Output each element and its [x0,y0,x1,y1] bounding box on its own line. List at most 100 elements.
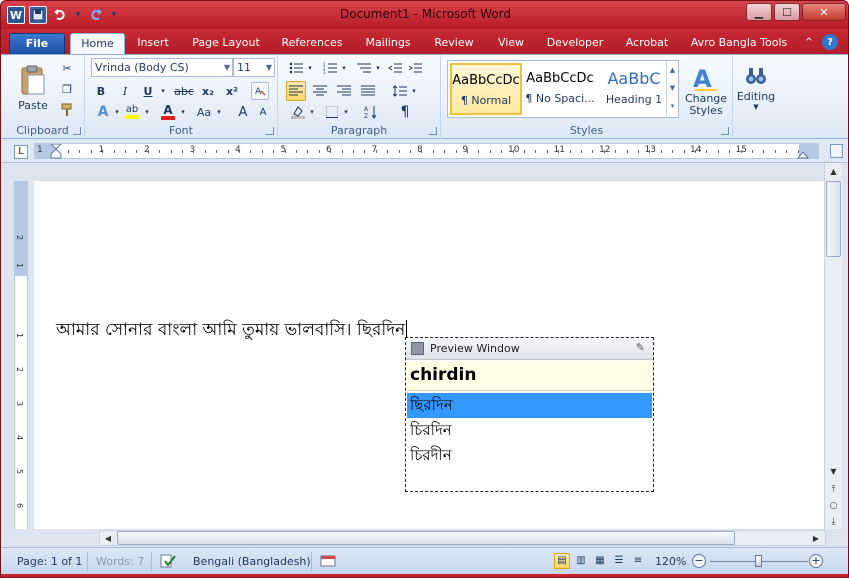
font-color-button[interactable]: A [159,103,177,121]
format-painter-icon[interactable] [59,102,75,118]
suggestion-item[interactable]: চিরদিন [407,418,652,443]
macro-recording-icon[interactable] [319,553,337,569]
minimize-ribbon-icon[interactable]: ^ [801,34,817,50]
tab-home[interactable]: Home [70,33,125,54]
style-heading-1[interactable]: AaBbC Heading 1 [598,63,670,115]
scroll-up-icon[interactable]: ▲ [825,163,842,180]
highlight-button[interactable]: ab [123,103,141,121]
right-indent-marker-icon[interactable] [797,149,809,159]
suggestion-item[interactable]: ছিরদিন [407,393,652,418]
page-count[interactable]: Page: 1 of 1 [17,555,82,568]
bold-button[interactable]: B [93,82,109,100]
numbering-dropdown-icon[interactable]: ▾ [340,59,348,77]
tab-view[interactable]: View [490,33,532,54]
indent-marker-icon[interactable] [49,144,63,159]
web-layout-view-button[interactable]: ▦ [592,553,608,569]
text-effects-icon[interactable]: A [93,103,113,121]
grow-font-button[interactable]: A [235,103,251,121]
view-ruler-icon[interactable] [830,144,843,158]
zoom-slider-thumb[interactable] [755,555,762,567]
bullets-icon[interactable] [286,59,306,77]
increase-indent-icon[interactable] [406,59,424,77]
shading-dropdown-icon[interactable]: ▾ [308,103,316,121]
paste-button[interactable]: Paste [13,59,53,117]
previous-page-icon[interactable]: ⤒ [825,481,842,498]
tab-acrobat[interactable]: Acrobat [618,33,676,54]
close-button[interactable]: ✕ [802,3,846,21]
change-case-button[interactable]: Aa [193,103,215,121]
vertical-scrollbar[interactable]: ▲ ▼ ⤒ ○ ⤓ [824,163,842,547]
sort-icon[interactable]: AZ [362,103,380,121]
print-layout-view-button[interactable]: ▤ [554,553,570,569]
tab-mailings[interactable]: Mailings [358,33,418,54]
vertical-ruler[interactable]: 2 1 1 2 3 4 5 6 [14,181,28,547]
align-left-button[interactable] [286,81,306,101]
style-no-spacing[interactable]: AaBbCcDc ¶ No Spaci... [524,63,596,115]
tab-references[interactable]: References [274,33,350,54]
font-size-combo[interactable]: 11 ▼ [233,58,275,77]
bullets-dropdown-icon[interactable]: ▾ [306,59,314,77]
tab-page-layout[interactable]: Page Layout [187,33,265,54]
change-case-dropdown-icon[interactable]: ▾ [215,103,223,121]
zoom-level[interactable]: 120% [655,555,686,568]
text-effects-dropdown-icon[interactable]: ▾ [113,103,121,121]
style-normal[interactable]: AaBbCcDc ¶ Normal [450,63,522,115]
borders-dropdown-icon[interactable]: ▾ [342,103,350,121]
word-count[interactable]: Words: 7 [96,555,144,568]
styles-launcher-icon[interactable] [721,127,729,135]
shrink-font-button[interactable]: A [255,103,271,121]
multilevel-list-icon[interactable] [354,59,374,77]
vertical-scroll-thumb[interactable] [826,181,841,257]
next-page-icon[interactable]: ⤓ [825,513,842,530]
superscript-button[interactable]: x² [223,82,241,100]
tab-selector-button[interactable]: L [14,145,28,159]
highlight-dropdown-icon[interactable]: ▾ [143,103,151,121]
shading-icon[interactable] [288,103,308,121]
language-status[interactable]: Bengali (Bangladesh) [193,555,311,568]
help-icon[interactable]: ? [822,34,838,50]
gallery-more-icon[interactable]: ▾ [667,97,678,115]
tab-review[interactable]: Review [426,33,482,54]
numbering-icon[interactable]: 123 [320,59,340,77]
strikethrough-button[interactable]: abc [173,82,195,100]
outline-view-button[interactable]: ☰ [611,553,627,569]
font-launcher-icon[interactable] [266,127,274,135]
paragraph-launcher-icon[interactable] [429,127,437,135]
document-body-text[interactable]: আমার সোনার বাংলা আমি তুমায় ভালবাসি। ছির… [56,317,408,345]
preview-title-bar[interactable]: Preview Window ✎ [406,338,653,360]
underline-button[interactable]: U [140,82,156,100]
clipboard-launcher-icon[interactable] [73,127,81,135]
tab-developer[interactable]: Developer [541,33,609,54]
cut-icon[interactable]: ✂ [59,60,75,76]
maximize-button[interactable]: ☐ [774,3,800,21]
zoom-out-button[interactable]: − [692,554,706,568]
change-styles-button[interactable]: A Change Styles [683,59,729,121]
select-browse-object-icon[interactable]: ○ [825,497,842,514]
full-screen-reading-view-button[interactable]: ▥ [573,553,589,569]
multilevel-dropdown-icon[interactable]: ▾ [374,59,382,77]
chevron-down-icon[interactable]: ▼ [667,79,678,97]
decrease-indent-icon[interactable] [386,59,404,77]
proofing-icon[interactable] [159,553,177,569]
font-name-combo[interactable]: Vrinda (Body CS) ▼ [91,58,233,77]
zoom-in-button[interactable]: + [809,554,823,568]
justify-button[interactable] [358,81,378,101]
line-spacing-dropdown-icon[interactable]: ▾ [410,81,418,101]
gallery-scroll[interactable]: ▲ ▼ ▾ [666,61,678,117]
draft-view-button[interactable]: ≡ [630,553,646,569]
pin-icon[interactable]: ✎ [636,341,645,354]
italic-button[interactable]: I [117,82,133,100]
font-color-dropdown-icon[interactable]: ▾ [179,103,187,121]
scroll-down-icon[interactable]: ▼ [825,463,842,480]
chevron-up-icon[interactable]: ▲ [667,61,678,79]
suggestion-item[interactable]: চিরদীন [407,443,652,468]
align-center-button[interactable] [310,81,330,101]
horizontal-scroll-thumb[interactable] [117,531,735,545]
underline-dropdown-icon[interactable]: ▾ [158,82,168,100]
tab-avro-bangla-tools[interactable]: Avro Bangla Tools [685,33,793,54]
horizontal-ruler[interactable]: 1123456789101112131415 [34,143,819,159]
editing-button[interactable]: Editing ▼ [737,59,775,117]
borders-icon[interactable] [322,103,342,121]
clear-formatting-icon[interactable]: A [251,82,269,100]
scroll-right-icon[interactable]: ▶ [808,530,824,546]
